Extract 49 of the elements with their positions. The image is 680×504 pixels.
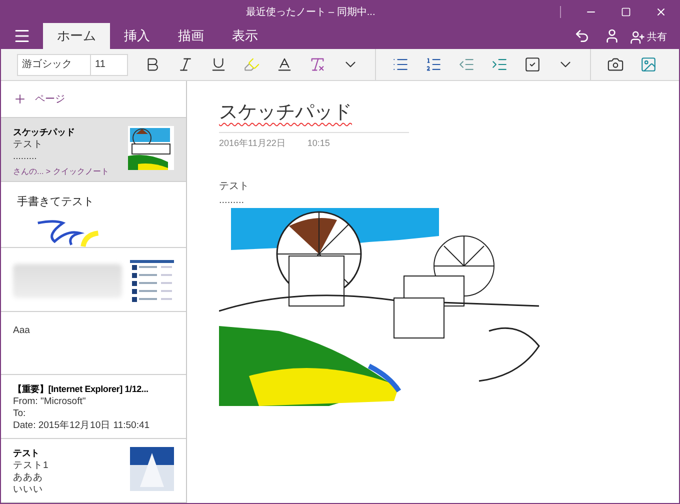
page-title: テスト [13,447,40,460]
breadcrumb[interactable]: さんの... > クイックノート [13,166,109,178]
page-list-item[interactable]: スケッチパッド テスト ......... さんの... > クイックノート [1,118,186,182]
maximize-icon[interactable] [621,7,631,17]
bullet-list-icon[interactable] [392,56,409,73]
page-preview-line: Date: 2015年12月10日 11:50:41 [13,420,151,432]
page-preview-line: あああ [13,472,44,484]
undo-icon[interactable] [574,28,590,44]
ribbon-tab[interactable]: 描画 [164,23,218,49]
body-text: テスト [219,180,250,194]
page-title: 手書きてテスト [16,194,95,210]
menu-icon[interactable] [13,27,31,45]
share-button[interactable]: 共有 [630,30,667,45]
italic-icon[interactable] [177,56,194,73]
close-icon[interactable] [655,6,667,18]
plus-icon [13,92,27,106]
indent-icon[interactable] [491,56,508,73]
page-title: Aaa [13,324,30,338]
window-title: 最近使ったノート – 同期中... [244,6,376,20]
camera-icon[interactable] [607,56,624,73]
page-time: 10:15 [307,136,330,150]
page-preview-line: いいい [13,484,44,496]
snow-photo-placeholder [130,447,174,492]
page-preview-line: ......... [13,151,38,163]
numbered-list-icon[interactable] [425,56,442,73]
page-title: スケッチパッド [13,126,76,138]
clear-formatting-icon[interactable] [309,56,326,73]
highlighter-icon[interactable] [243,56,260,73]
checkbox-icon[interactable] [524,56,541,73]
outdent-icon[interactable] [458,56,475,73]
ribbon-tab[interactable]: 表示 [218,23,272,49]
page-date: 2016年11月22日 [219,136,286,150]
page-title: 【重要】[Internet Explorer] 1/12... [13,383,150,396]
page-preview-line: テスト1 [13,460,50,472]
account-icon[interactable] [604,28,620,44]
sketch-thumbnail [128,126,174,170]
webpage-thumbnail [130,260,174,304]
body-text: ......... [219,194,246,208]
page-preview-line: From: "Microsoft" [13,396,87,408]
page-list-item[interactable]: Aaa [1,312,186,376]
page-preview-line: To: [13,408,27,420]
ribbon-tab[interactable]: 挿入 [110,23,164,49]
underline-icon[interactable] [210,56,227,73]
page-title: スケッチパッド [219,102,352,123]
share-person-icon [630,30,645,45]
page-preview-line: テスト [13,139,44,151]
font-color-icon[interactable] [276,56,293,73]
image-icon[interactable] [640,56,657,73]
ribbon-tab[interactable]: ホーム [43,23,110,49]
